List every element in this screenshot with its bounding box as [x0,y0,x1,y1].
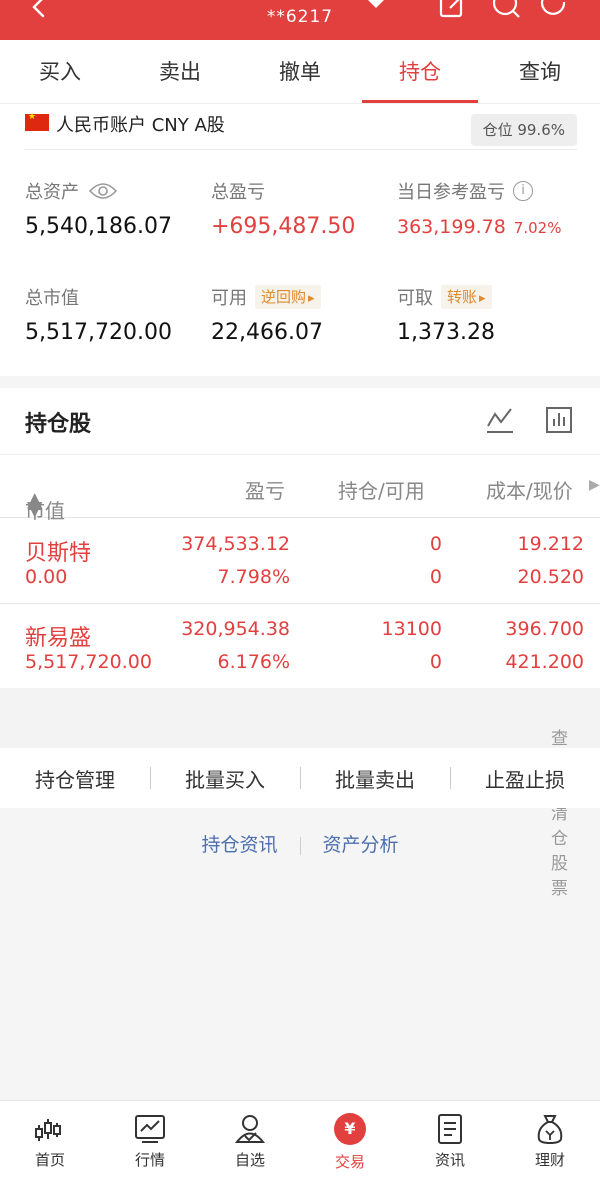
holding-row[interactable]: 贝斯特 0.00 374,533.12 7.798% 0 0 19.212 20… [0,519,600,603]
tab-positions[interactable]: 持仓 [360,40,480,103]
chevron-right-icon[interactable]: ▶ [589,477,600,493]
info-links: 持仓资讯 资产分析 [0,830,600,857]
document-icon [438,1114,462,1144]
nav-news[interactable]: 资讯 [400,1101,500,1200]
asset-analysis-link[interactable]: 资产分析 [323,834,399,856]
column-position: 持仓/可用 [338,479,425,503]
tab-sell[interactable]: 卖出 [120,40,240,103]
account-summary: 人民币账户 CNY A股 仓位 99.6% 总资产 5,540,186.07 总… [0,104,600,376]
holdings-header: 市值 ▲ ▼ 盈亏 持仓/可用 成本/现价 ▶ [0,454,600,523]
manage-positions-button[interactable]: 持仓管理 [0,764,150,793]
withdrawable-funds: 可取转账 1,373.28 [397,284,495,345]
cleared-stocks-bar: 查看已清仓股票 › [0,688,600,899]
divider [299,836,301,855]
position-ratio-badge: 仓位 99.6% [470,114,577,146]
search-icon[interactable] [492,0,522,20]
refresh-icon[interactable] [540,0,570,20]
daily-pl-value: 363,199.78 [397,216,506,238]
holding-row[interactable]: 新易盛 5,517,720.00 320,954.38 6.176% 13100… [0,603,600,687]
nav-wealth[interactable]: 理财 [500,1101,600,1200]
stock-name: 贝斯特 [25,541,92,566]
stock-available: 0 [429,566,442,588]
bottom-nav: 首页 行情 自选 ¥ 交易 资讯 理财 [0,1100,600,1200]
eye-icon[interactable] [89,182,117,200]
batch-sell-button[interactable]: 批量卖出 [300,764,450,793]
transfer-link[interactable]: 转账 [441,285,492,309]
withdrawable-value: 1,373.28 [397,320,495,345]
stock-cost: 19.212 [517,533,584,555]
chevron-right-icon: › [561,724,568,744]
trade-tabs: 买入 卖出 撤单 持仓 查询 [0,40,600,104]
bar-chart-icon[interactable] [545,406,573,434]
total-pl-value: +695,487.50 [211,214,356,239]
stock-market-value: 5,517,720.00 [25,651,152,673]
candlestick-icon [35,1119,61,1141]
available-funds: 可用逆回购 22,466.07 [211,284,323,345]
column-pl: 盈亏 [245,479,285,503]
stock-pl: 374,533.12 [181,533,290,555]
column-cost-price: 成本/现价 [486,479,573,503]
account-row[interactable]: 人民币账户 CNY A股 仓位 99.6% [25,110,577,150]
available-value: 22,466.07 [211,320,323,345]
batch-buy-button[interactable]: 批量买入 [150,764,300,793]
total-assets-value: 5,540,186.07 [25,214,172,239]
stock-price: 20.520 [517,566,584,588]
top-bar: **6217 [0,0,600,40]
chevron-down-icon[interactable] [367,0,385,10]
holding-actions: 持仓管理 批量买入 批量卖出 止盈止损 [0,748,600,808]
chart-monitor-icon [135,1115,165,1143]
market-value-label: 总市值 [25,288,79,309]
stock-pl-percent: 7.798% [217,566,290,588]
market-value: 总市值 5,517,720.00 [25,284,172,345]
edit-icon[interactable] [438,0,468,20]
tab-query[interactable]: 查询 [480,40,600,103]
line-chart-icon[interactable] [486,406,514,434]
market-value-value: 5,517,720.00 [25,320,172,345]
nav-watchlist[interactable]: 自选 [200,1101,300,1200]
tab-cancel[interactable]: 撤单 [240,40,360,103]
stock-pl-percent: 6.176% [217,651,290,673]
total-pl-label: 总盈亏 [211,182,265,203]
daily-pl-percent: 7.02% [513,219,562,237]
stock-position: 13100 [381,618,442,640]
user-check-icon [234,1115,266,1143]
stock-position: 0 [429,533,442,555]
account-name: 人民币账户 CNY A股 [56,115,225,136]
nav-trade[interactable]: ¥ 交易 [300,1101,400,1200]
daily-pl: 当日参考盈亏 i 363,199.78 7.02% [397,178,561,238]
withdrawable-label: 可取 [397,288,433,309]
stock-cost: 396.700 [505,618,584,640]
nav-market[interactable]: 行情 [100,1101,200,1200]
nav-home[interactable]: 首页 [0,1101,100,1200]
reverse-repo-link[interactable]: 逆回购 [255,285,321,309]
total-assets-label: 总资产 [25,182,79,203]
holdings-title: 持仓股 [25,412,92,437]
stock-market-value: 0.00 [25,566,68,588]
take-profit-stop-loss-button[interactable]: 止盈止损 [450,764,600,793]
sort-icon[interactable]: ▲ ▼ [27,489,42,518]
available-label: 可用 [211,288,247,309]
info-icon[interactable]: i [513,181,533,201]
yen-icon: ¥ [334,1113,366,1145]
money-bag-icon [537,1115,563,1145]
holdings-news-link[interactable]: 持仓资讯 [201,834,277,856]
total-pl: 总盈亏 +695,487.50 [211,178,355,239]
china-flag-icon [25,112,49,131]
daily-pl-label: 当日参考盈亏 [397,182,505,203]
holdings-panel: 持仓股 市值 ▲ ▼ 盈亏 持仓/可用 成本/现价 ▶ 贝斯特 0.00 374,5… [0,388,600,688]
total-assets: 总资产 5,540,186.07 [25,178,172,239]
stock-price: 421.200 [505,651,584,673]
stock-available: 0 [429,651,442,673]
tab-buy[interactable]: 买入 [0,40,120,103]
stock-pl: 320,954.38 [181,618,290,640]
stock-name: 新易盛 [25,626,92,651]
